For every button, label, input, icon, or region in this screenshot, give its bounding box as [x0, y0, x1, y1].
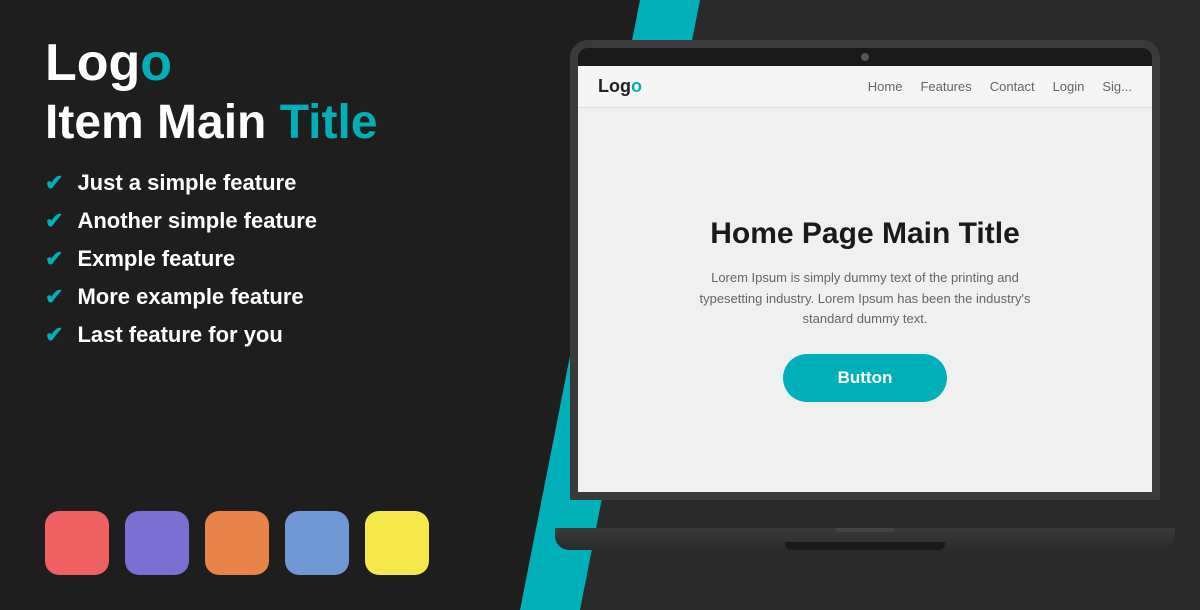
- features-list: ✔ Just a simple feature ✔ Another simple…: [45, 170, 495, 348]
- feature-item-3: ✔ Exmple feature: [45, 246, 495, 272]
- check-icon-4: ✔: [45, 284, 63, 310]
- screen-content: Logo Home Features Contact Login Sig... …: [578, 66, 1152, 500]
- browser-nav: Logo Home Features Contact Login Sig...: [578, 66, 1152, 108]
- left-panel: Logo Item Main Title ✔ Just a simple fea…: [0, 0, 540, 610]
- yellow-swatch[interactable]: [365, 511, 429, 575]
- hero-section: Home Page Main Title Lorem Ipsum is simp…: [578, 108, 1152, 500]
- hero-title: Home Page Main Title: [710, 216, 1020, 252]
- camera-dot: [861, 53, 869, 61]
- nav-features[interactable]: Features: [920, 79, 971, 94]
- right-panel: Logo Home Features Contact Login Sig... …: [540, 0, 1200, 610]
- main-title-teal: Title: [280, 96, 378, 149]
- browser-logo: Logo: [598, 76, 642, 97]
- screen-bezel: [578, 48, 1152, 66]
- coral-swatch[interactable]: [45, 511, 109, 575]
- logo-teal-letter: o: [140, 34, 172, 92]
- color-swatches: [45, 511, 495, 575]
- hero-button[interactable]: Button: [783, 354, 948, 402]
- feature-item-2: ✔ Another simple feature: [45, 208, 495, 234]
- feature-item-1: ✔ Just a simple feature: [45, 170, 495, 196]
- feature-item-5: ✔ Last feature for you: [45, 322, 495, 348]
- check-icon-5: ✔: [45, 322, 63, 348]
- logo-area: Logo Item Main Title: [45, 35, 495, 150]
- main-title: Item Main Title: [45, 97, 495, 150]
- feature-item-4: ✔ More example feature: [45, 284, 495, 310]
- top-content: Logo Item Main Title ✔ Just a simple fea…: [45, 35, 495, 360]
- check-icon-3: ✔: [45, 246, 63, 272]
- blue-swatch[interactable]: [285, 511, 349, 575]
- orange-swatch[interactable]: [205, 511, 269, 575]
- hero-body: Lorem Ipsum is simply dummy text of the …: [695, 268, 1035, 330]
- nav-signup[interactable]: Sig...: [1102, 79, 1132, 94]
- nav-login[interactable]: Login: [1053, 79, 1085, 94]
- feature-text-1: Just a simple feature: [77, 170, 296, 196]
- purple-swatch[interactable]: [125, 511, 189, 575]
- feature-text-2: Another simple feature: [77, 208, 317, 234]
- check-icon-1: ✔: [45, 170, 63, 196]
- feature-text-3: Exmple feature: [77, 246, 235, 272]
- logo: Logo: [45, 35, 495, 92]
- laptop-mockup: Logo Home Features Contact Login Sig... …: [570, 40, 1160, 570]
- laptop-frame: Logo Home Features Contact Login Sig... …: [570, 40, 1160, 500]
- browser-logo-teal: o: [631, 76, 642, 96]
- browser-nav-links: Home Features Contact Login Sig...: [868, 79, 1132, 94]
- laptop-base: [555, 528, 1175, 550]
- nav-home[interactable]: Home: [868, 79, 903, 94]
- feature-text-5: Last feature for you: [77, 322, 282, 348]
- check-icon-2: ✔: [45, 208, 63, 234]
- nav-contact[interactable]: Contact: [990, 79, 1035, 94]
- feature-text-4: More example feature: [77, 284, 303, 310]
